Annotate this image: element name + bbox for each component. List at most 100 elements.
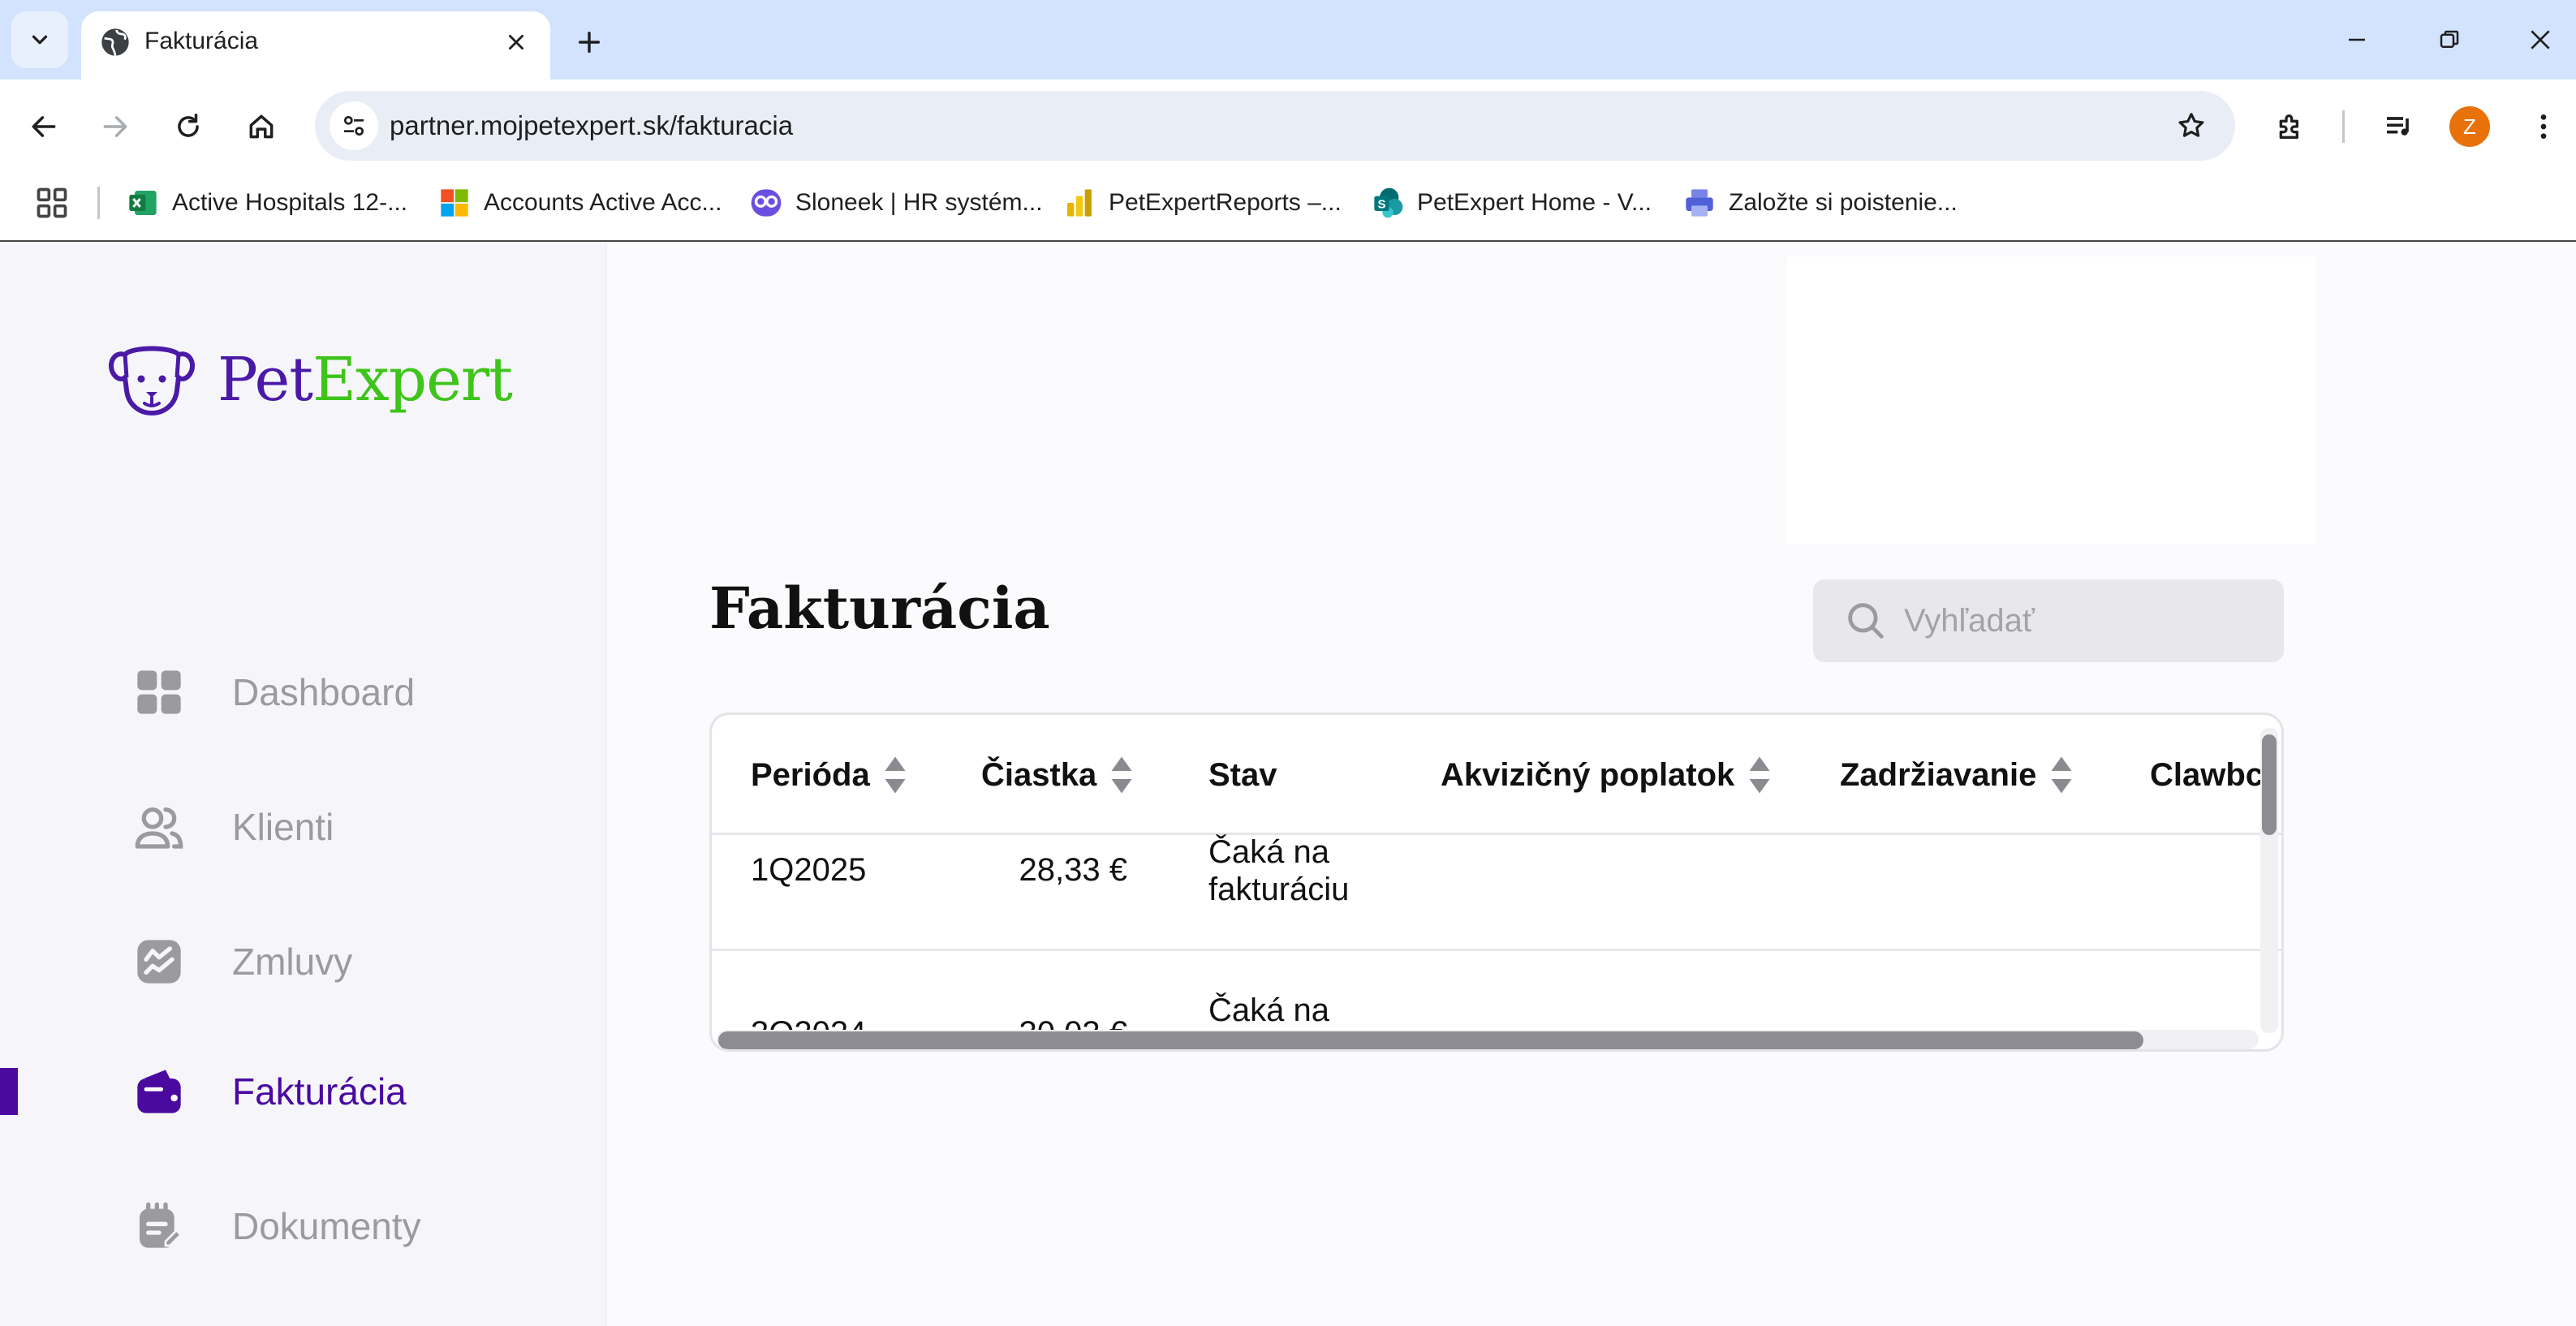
- sidebar-item-zmluvy[interactable]: Zmluvy: [0, 917, 607, 1006]
- close-window-button[interactable]: [2508, 11, 2573, 68]
- column-header-perioda[interactable]: Perióda: [751, 751, 907, 799]
- sharepoint-icon: S: [1372, 187, 1404, 219]
- bookmarks-bar: Active Hospitals 12-... Accounts Active …: [0, 174, 2576, 242]
- sort-icon[interactable]: [2049, 755, 2074, 795]
- back-button[interactable]: [18, 101, 70, 153]
- main-content: Fakturácia Perióda Čiastka Stav Akviz: [609, 243, 2576, 1326]
- cell-period: 1Q2025: [751, 852, 867, 888]
- tab-title: Fakturácia: [144, 28, 259, 54]
- bookmark-item[interactable]: S PetExpert Home - V...: [1372, 182, 1652, 224]
- cell-status-line1: Čaká na: [1208, 834, 1329, 870]
- logo-text: PetExpert: [218, 345, 513, 415]
- sidebar-item-label: Fakturácia: [232, 1070, 407, 1113]
- contracts-chart-icon: [130, 932, 188, 991]
- bookmark-item[interactable]: Accounts Active Acc...: [438, 182, 722, 224]
- forward-button[interactable]: [89, 101, 141, 153]
- dashboard-icon: [130, 663, 188, 721]
- tab-close-button[interactable]: [497, 23, 536, 62]
- horizontal-scrollbar-thumb[interactable]: [718, 1031, 2143, 1049]
- sidebar-item-dokumenty[interactable]: Dokumenty: [0, 1182, 607, 1271]
- more-vertical-icon: [2540, 114, 2547, 139]
- table-header: Perióda Čiastka Stav Akvizičný poplatok …: [712, 715, 2281, 835]
- bookmark-item[interactable]: PetExpertReports –...: [1063, 182, 1342, 224]
- search-icon: [1848, 603, 1884, 639]
- sidebar-item-label: Zmluvy: [232, 941, 353, 983]
- toolbar-separator: [2342, 110, 2345, 143]
- bookmark-item[interactable]: Založte si poistenie...: [1683, 182, 1958, 224]
- playlist-icon: [2387, 117, 2409, 136]
- bookmark-item[interactable]: Active Hospitals 12-...: [127, 182, 407, 224]
- bookmark-star-button[interactable]: [2167, 101, 2216, 150]
- close-icon: [509, 35, 523, 50]
- sort-icon[interactable]: [1747, 755, 1772, 795]
- arrow-right-icon: [103, 116, 127, 137]
- address-bar[interactable]: partner.mojpetexpert.sk/fakturacia: [315, 91, 2235, 161]
- invoices-table: Perióda Čiastka Stav Akvizičný poplatok …: [709, 713, 2284, 1052]
- table-row[interactable]: 1Q2025 28,33 € Čaká na fakturáciu: [712, 834, 2281, 949]
- url-text[interactable]: partner.mojpetexpert.sk/fakturacia: [390, 110, 793, 141]
- svg-text:S: S: [1377, 198, 1385, 212]
- page-title: Fakturácia: [709, 575, 1050, 642]
- dog-logo-icon: [109, 346, 195, 415]
- microsoft-icon: [438, 187, 471, 219]
- table-row[interactable]: 3Q2024 30,03 € Čaká na: [712, 951, 2281, 1049]
- bookmark-item[interactable]: Sloneek | HR systém...: [750, 182, 1043, 224]
- column-header-akvizicny-poplatok[interactable]: Akvizičný poplatok: [1441, 751, 1772, 799]
- sidebar-item-klienti[interactable]: Klienti: [0, 782, 607, 872]
- bookmarks-separator: [97, 187, 100, 219]
- header-panel: [1787, 256, 2316, 544]
- documents-icon: [130, 1197, 188, 1255]
- apps-grid-icon[interactable]: [34, 185, 70, 221]
- powerbi-icon: [1063, 187, 1096, 219]
- excel-icon: [127, 187, 159, 219]
- home-button[interactable]: [235, 101, 287, 153]
- wallet-icon: [130, 1062, 188, 1121]
- printer-icon: [1683, 187, 1716, 219]
- sidebar-item-label: Dokumenty: [232, 1205, 421, 1247]
- tune-icon: [344, 116, 364, 136]
- browser-tab-active[interactable]: Fakturácia: [81, 11, 550, 80]
- puzzle-icon: [2279, 114, 2298, 139]
- web-page: PetExpert Dashboard Klienti Zmluvy Faktu…: [0, 243, 2576, 1326]
- star-icon: [2178, 113, 2204, 137]
- reload-button[interactable]: [162, 101, 214, 153]
- column-header-clawback[interactable]: Clawbc: [2150, 751, 2260, 799]
- home-icon: [249, 114, 274, 139]
- column-header-zadrziavanie[interactable]: Zadržiavanie: [1840, 751, 2074, 799]
- site-info-button[interactable]: [330, 101, 378, 150]
- globe-icon: [101, 28, 129, 56]
- browser-menu-button[interactable]: [2518, 101, 2570, 153]
- restore-button[interactable]: [2417, 11, 2482, 68]
- sidebar-item-label: Dashboard: [232, 671, 416, 713]
- sidebar-item-fakturacia[interactable]: Fakturácia: [0, 1047, 607, 1136]
- chevron-down-icon: [32, 35, 48, 45]
- sidebar-item-label: Klienti: [232, 806, 334, 848]
- restore-icon: [2440, 30, 2459, 48]
- minimize-icon: [2349, 38, 2365, 41]
- media-controls-button[interactable]: [2373, 101, 2425, 153]
- column-header-stav[interactable]: Stav: [1208, 751, 1277, 799]
- sort-icon[interactable]: [883, 755, 907, 795]
- sidebar-item-dashboard[interactable]: Dashboard: [0, 648, 607, 737]
- browser-toolbar: partner.mojpetexpert.sk/fakturacia Z: [0, 80, 2576, 174]
- users-icon: [130, 798, 188, 856]
- vertical-scrollbar-thumb[interactable]: [2262, 734, 2277, 835]
- plus-icon: [578, 31, 601, 54]
- cell-status-line2: fakturáciu: [1208, 872, 1350, 907]
- close-icon: [2531, 30, 2550, 50]
- browser-tab-bar: Fakturácia: [0, 0, 2576, 80]
- sloneek-icon: [750, 187, 782, 219]
- tab-search-button[interactable]: [11, 11, 68, 68]
- sidebar: PetExpert Dashboard Klienti Zmluvy Faktu…: [0, 243, 607, 1326]
- sort-icon[interactable]: [1109, 755, 1134, 795]
- minimize-button[interactable]: [2324, 11, 2389, 68]
- petexpert-logo[interactable]: PetExpert: [107, 339, 513, 420]
- profile-avatar[interactable]: Z: [2449, 106, 2490, 147]
- extensions-button[interactable]: [2264, 101, 2316, 153]
- search-input[interactable]: [1904, 579, 2261, 662]
- search-box[interactable]: [1813, 579, 2284, 662]
- cell-status-line1: Čaká na: [1208, 992, 1329, 1028]
- new-tab-button[interactable]: [563, 16, 615, 68]
- cell-amount: 28,33 €: [1019, 852, 1127, 888]
- column-header-ciastka[interactable]: Čiastka: [981, 751, 1134, 799]
